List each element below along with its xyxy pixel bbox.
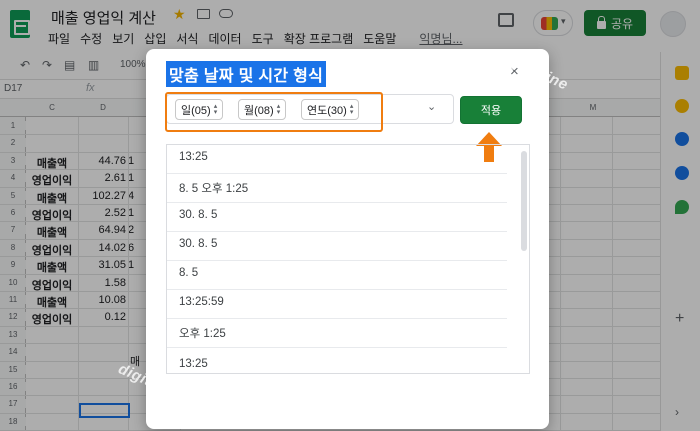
format-option[interactable]: 13:25:59 (167, 290, 507, 319)
dialog-title: 맞춤 날짜 및 시간 형식 (166, 61, 327, 87)
highlight-box (165, 92, 383, 132)
chevron-down-icon[interactable]: ⌄ (427, 100, 436, 113)
format-list[interactable]: 13:25 8. 5 오후 1:25 30. 8. 5 30. 8. 5 8. … (166, 144, 530, 374)
list-scrollbar[interactable] (521, 151, 527, 251)
format-option[interactable]: 오후 1:25 (167, 319, 507, 348)
format-option[interactable]: 13:25 (167, 145, 507, 174)
format-option[interactable]: 8. 5 (167, 261, 507, 290)
format-option[interactable]: 13:25 (167, 352, 507, 373)
apply-button[interactable]: 적용 (460, 96, 522, 124)
format-option[interactable]: 30. 8. 5 (167, 203, 507, 232)
format-option[interactable]: 30. 8. 5 (167, 232, 507, 261)
custom-date-time-dialog: 맞춤 날짜 및 시간 형식 × ⌄ 일(05) ▴ ▾ 월(08) ▴ ▾ 연도(3… (146, 49, 549, 429)
format-option[interactable]: 8. 5 오후 1:25 (167, 174, 507, 203)
